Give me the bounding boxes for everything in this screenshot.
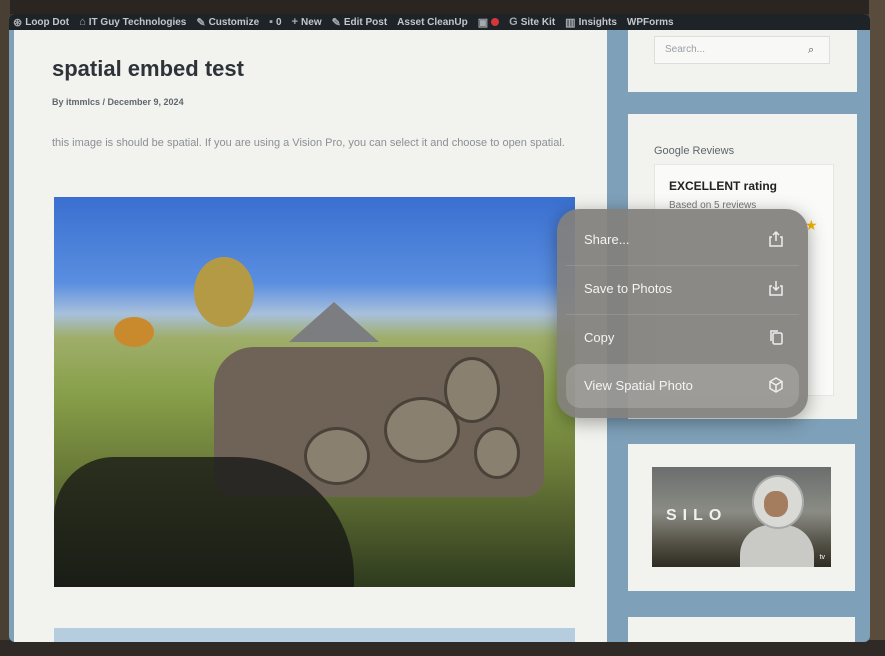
monitor-icon: ▣ — [477, 16, 489, 29]
admin-bar-edit-post[interactable]: ✎ Edit Post — [332, 16, 388, 29]
suit-shape — [740, 525, 814, 567]
face-shape — [764, 491, 788, 517]
search-widget: Search... ⌕ — [628, 30, 857, 92]
share-icon — [769, 230, 783, 247]
dashboard-icon: ⌂ — [79, 16, 86, 28]
apple-tv-logo: tv — [819, 554, 825, 561]
admin-bar-customize[interactable]: ✎ Customize — [196, 16, 259, 29]
log-end — [304, 427, 370, 485]
brush-icon: ✎ — [196, 16, 206, 29]
menu-item-copy[interactable]: Copy — [566, 316, 799, 360]
bar-chart-icon: ▥ — [565, 16, 576, 29]
menu-item-label: Share... — [584, 232, 630, 247]
admin-bar-label: Edit Post — [343, 16, 388, 28]
admin-bar-new[interactable]: + New — [292, 16, 322, 28]
log-end — [474, 427, 520, 479]
menu-item-save-to-photos[interactable]: Save to Photos — [566, 267, 799, 311]
sidebar-card — [628, 617, 855, 642]
wp-admin-bar: ⊛ Loop Dot ⌂ IT Guy Technologies ✎ Custo… — [9, 14, 870, 30]
menu-item-view-spatial-photo[interactable]: View Spatial Photo — [566, 364, 799, 408]
silo-title: SILO — [666, 507, 728, 524]
pencil-icon: ✎ — [331, 16, 341, 29]
content-block — [54, 628, 575, 642]
admin-bar-label: Site Kit — [520, 16, 556, 28]
admin-bar-label: 0 — [276, 16, 282, 28]
save-to-photos-icon — [769, 281, 783, 296]
menu-item-share[interactable]: Share... — [566, 218, 799, 262]
post-body-text: this image is should be spatial. If you … — [52, 137, 565, 149]
log-end — [384, 397, 460, 463]
admin-bar-label: Insights — [578, 16, 617, 28]
silo-poster[interactable]: SILO tv — [652, 467, 831, 567]
copy-icon — [770, 330, 783, 345]
search-icon[interactable]: ⌕ — [808, 44, 814, 57]
silo-widget: SILO tv — [628, 444, 855, 591]
admin-bar-label: New — [301, 16, 322, 28]
widget-title: Google Reviews — [654, 145, 735, 157]
admin-bar-label: Asset CleanUp — [397, 16, 468, 28]
admin-bar-record[interactable]: ▣ — [477, 16, 500, 29]
roof-shape — [289, 302, 379, 342]
environment-right — [869, 0, 885, 656]
admin-bar-label: Customize — [208, 16, 260, 28]
admin-bar-insights[interactable]: ▥ Insights — [565, 16, 617, 29]
menu-divider — [566, 265, 799, 266]
comment-icon: ▪ — [269, 16, 274, 28]
wordpress-icon: ⊛ — [13, 16, 23, 29]
admin-bar-comments[interactable]: ▪ 0 — [269, 16, 281, 28]
admin-bar-label: WPForms — [626, 16, 674, 28]
admin-bar-dashboard[interactable]: ⌂ IT Guy Technologies — [79, 16, 186, 28]
admin-bar-wpforms[interactable]: WPForms — [627, 17, 674, 28]
admin-bar-label: IT Guy Technologies — [88, 16, 187, 28]
admin-bar-label: Loop Dot — [25, 16, 70, 28]
record-icon — [491, 18, 500, 26]
google-icon: G — [509, 16, 518, 28]
tree-shape — [194, 257, 254, 327]
admin-bar-site-kit[interactable]: G Site Kit — [509, 16, 555, 28]
page-title: spatial embed test — [52, 56, 244, 81]
cube-icon — [769, 377, 783, 393]
admin-bar-asset-cleanup[interactable]: Asset CleanUp — [397, 17, 468, 28]
menu-item-label: Copy — [584, 330, 615, 345]
menu-divider — [566, 314, 799, 315]
spatial-photo[interactable] — [54, 197, 575, 587]
environment-bottom — [0, 640, 885, 656]
environment-top — [0, 0, 885, 14]
post-meta: By itmmlcs / December 9, 2024 — [52, 97, 184, 107]
post-content: spatial embed test By itmmlcs / December… — [14, 30, 607, 642]
menu-item-label: View Spatial Photo — [584, 378, 693, 393]
menu-item-label: Save to Photos — [584, 281, 673, 296]
context-menu: Share... Save to Photos Copy View Spatia… — [557, 209, 808, 418]
rating-title: EXCELLENT rating — [669, 179, 778, 193]
admin-bar-site[interactable]: ⊛ Loop Dot — [13, 16, 69, 29]
tree-shape — [114, 317, 154, 347]
plus-icon: + — [291, 16, 299, 28]
search-input[interactable]: Search... — [654, 36, 830, 64]
